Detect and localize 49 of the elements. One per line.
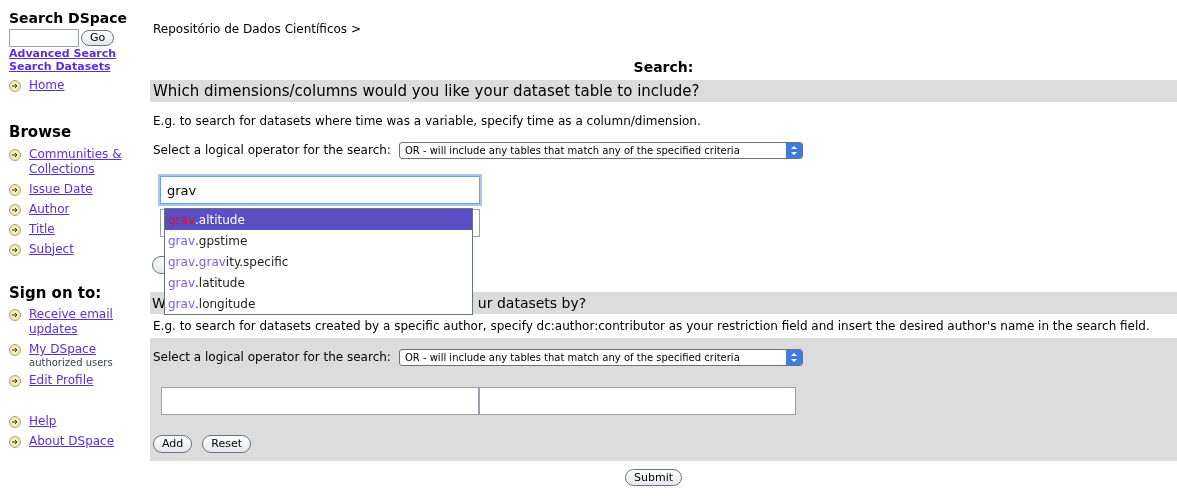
arrow-circle-icon <box>9 80 21 92</box>
arrow-circle-icon <box>9 243 21 256</box>
search-term-field[interactable]: grav <box>160 176 480 204</box>
page-title: Search: <box>633 59 694 75</box>
sidebar-link[interactable]: Issue Date <box>29 181 134 197</box>
sidebar-link[interactable]: My DSpace <box>29 342 134 357</box>
sidebar-link[interactable]: Search Datasets <box>9 60 150 73</box>
arrow-circle-icon <box>9 375 21 387</box>
input-field[interactable] <box>161 387 479 415</box>
form-button[interactable]: Add <box>153 435 193 453</box>
breadcrumb: Repositório de Dados Científicos > <box>153 21 362 38</box>
sidebar-link[interactable]: Advanced Search <box>9 47 150 60</box>
sidebar-link[interactable]: Subject <box>29 241 134 257</box>
sidebar-link[interactable]: Help <box>29 414 134 429</box>
sidebar-link[interactable]: Title <box>29 221 134 237</box>
input-field[interactable] <box>479 387 796 415</box>
sidebar-heading: Browse <box>9 122 73 143</box>
section-description: E.g. to search for datasets where time was a variable, specify time as a column/dimension. <box>153 114 701 128</box>
go-button[interactable]: Go <box>81 30 115 46</box>
operator-select[interactable]: OR - will include any tables that match any of the specified criteria <box>398 141 803 159</box>
arrow-circle-icon <box>9 183 21 196</box>
sidebar-link[interactable]: Communities & Collections <box>29 146 134 177</box>
section-heading: ur datasets by? <box>477 293 587 313</box>
updown-arrows-icon <box>785 142 802 158</box>
section-description: E.g. to search for datasets created by a specific author, specify dc:author:contributor as your restriction field and insert the desired author's name in the search field. <box>153 319 1150 333</box>
section-heading: Which dimensions/columns would you like your dataset table to include? <box>150 80 1177 102</box>
arrow-circle-icon <box>9 309 21 321</box>
operator-select[interactable]: OR - will include any tables that match any of the specified criteria <box>398 348 803 366</box>
arrow-circle-icon <box>9 416 21 428</box>
sidebar-link[interactable]: About DSpace <box>29 434 134 449</box>
sidebar-heading: Sign on to: <box>9 282 103 304</box>
sidebar-link[interactable]: Edit Profile <box>29 373 134 388</box>
arrow-circle-icon <box>9 203 21 216</box>
sidebar-note: authorized users <box>29 357 114 368</box>
arrow-circle-icon <box>9 436 21 448</box>
sidebar-link[interactable]: Home <box>29 78 134 93</box>
updown-arrows-icon <box>785 349 802 365</box>
sidebar-link[interactable]: Author <box>29 201 134 217</box>
autocomplete-item[interactable]: grav.altitude <box>165 209 472 230</box>
operator-label: Select a logical operator for the search: <box>153 349 391 366</box>
submit-button[interactable]: Submit <box>625 469 682 486</box>
search-field[interactable] <box>9 29 79 47</box>
arrow-circle-icon <box>9 223 21 236</box>
arrow-circle-icon <box>9 344 21 356</box>
sidebar-link[interactable]: Receive email updates <box>29 307 134 337</box>
arrow-circle-icon <box>9 148 21 161</box>
form-button[interactable]: Reset <box>202 435 252 453</box>
operator-label: Select a logical operator for the search: <box>153 142 391 159</box>
sidebar-heading: Search DSpace <box>9 10 129 26</box>
